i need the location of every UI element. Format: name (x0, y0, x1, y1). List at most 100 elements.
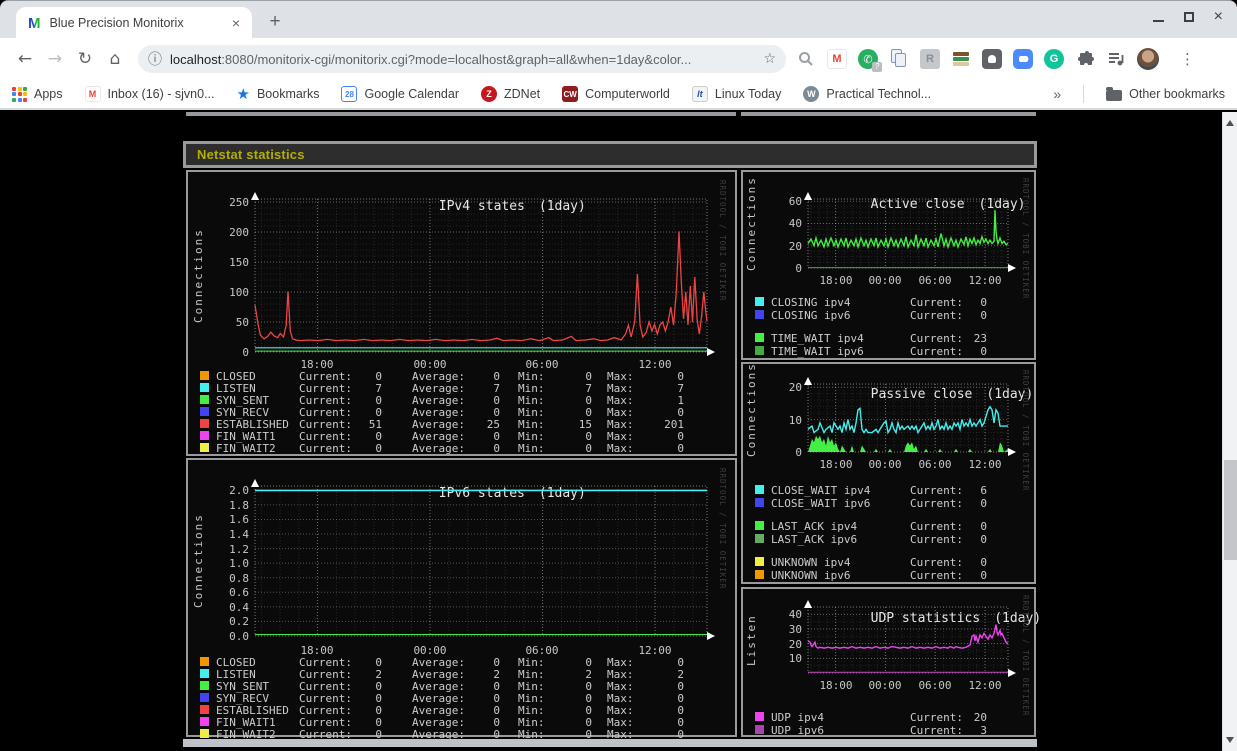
plot-canvas (804, 377, 1016, 456)
scrollbar-thumb[interactable] (1224, 460, 1237, 560)
back-button[interactable]: ← (10, 44, 40, 74)
rrdtool-watermark: RRDTOOL / TOBI OETIKER (718, 468, 727, 590)
scroll-up-arrow[interactable] (1223, 112, 1237, 126)
scroll-down-arrow[interactable] (1223, 737, 1237, 751)
forward-button[interactable]: → (40, 44, 70, 74)
legend-series-label: UDP ipv6 (771, 724, 824, 737)
address-bar[interactable]: ⓘ localhost :8080/monitorix-cgi/monitori… (138, 45, 786, 73)
y-tick-label: 30 (788, 623, 802, 636)
legend-swatch (755, 333, 764, 342)
bookmark-practical-technology[interactable]: W Practical Technol... (803, 86, 931, 102)
legend-series-label: TIME_WAIT ipv6 (771, 345, 864, 358)
window-minimize-button[interactable] (1152, 20, 1164, 22)
section-header: Netstat statistics (183, 141, 1037, 168)
y-tick-label: 1.6 (229, 513, 249, 526)
other-bookmarks[interactable]: Other bookmarks (1106, 87, 1225, 101)
legend-stat-value: 0 (980, 520, 987, 533)
home-button[interactable]: ⌂ (100, 44, 130, 74)
legend-row: UNKNOWN ipv6 Current: 0 (755, 569, 1020, 582)
legend-swatch (200, 717, 209, 726)
legend-stat-value: 0 (980, 296, 987, 309)
legend-swatch (200, 395, 209, 404)
x-tick-label: 12:00 (968, 679, 1002, 692)
y-tick-label: 0.2 (229, 615, 249, 628)
x-tick-label: 06:00 (918, 274, 952, 287)
page-scrollbar[interactable] (1222, 112, 1237, 751)
legend-row: LISTEN Current: 2 Average: 2 Min: 2 Max: 2 (200, 668, 727, 681)
legend-row: SYN_SENT Current: 0 Average: 0 Min: 0 Max: 1 (200, 394, 727, 407)
legend-stat-value: 3 (980, 724, 987, 737)
copy-pages-extension-icon[interactable] (889, 49, 909, 69)
window-maximize-button[interactable] (1183, 12, 1194, 22)
legend-swatch (755, 485, 764, 494)
graph-legend: CLOSED Current: 0 Average: 0 Min: 0 Max: 0 LISTEN… (200, 370, 727, 455)
x-tick-label: 18:00 (819, 274, 853, 287)
new-tab-button[interactable]: + (262, 10, 288, 36)
bookmarks-overflow-chevron[interactable]: » (1053, 86, 1061, 102)
graph-ipv6-states: IPv6 states (1day) Connections 0.0 0.2 0.4 0… (186, 458, 737, 741)
browser-menu-icon[interactable]: ⋮ (1180, 50, 1195, 68)
bookmark-inbox[interactable]: M Inbox (16) - sjvn0... (84, 86, 215, 102)
bookmark-computerworld[interactable]: CW Computerworld (562, 86, 670, 102)
legend-row: CLOSED Current: 0 Average: 0 Min: 0 Max: 0 (200, 656, 727, 669)
extensions-puzzle-icon[interactable] (1075, 49, 1095, 69)
legend-series-label: CLOSE_WAIT ipv4 (771, 484, 871, 497)
folder-icon (1106, 87, 1123, 101)
legend-series-label: CLOSING ipv4 (771, 296, 851, 309)
graph-active-close: Active close (1day) Connections 0 20 40 60 1… (741, 170, 1036, 360)
hangouts-extension-icon[interactable]: ✆? (858, 49, 882, 72)
legend-swatch (755, 725, 764, 734)
gmail-extension-icon[interactable]: M (827, 49, 847, 69)
legend-series-label: TIME_WAIT ipv4 (771, 332, 864, 345)
legend-swatch (755, 498, 764, 507)
grammarly-extension-icon[interactable]: G (1044, 49, 1064, 69)
zoom-extension-icon[interactable] (1013, 49, 1033, 69)
legend-row: UDP ipv6 Current: 3 (755, 724, 1020, 737)
legend-row: SYN_RECV Current: 0 Average: 0 Min: 0 Max: 0 (200, 692, 727, 705)
playlist-extension-icon[interactable] (1106, 49, 1126, 69)
legend-swatch (200, 657, 209, 666)
lamp-extension-icon[interactable] (982, 49, 1002, 69)
legend-row: CLOSING ipv4 Current: 0 (755, 296, 1020, 309)
legend-stat-value: 6 (980, 484, 987, 497)
legend-swatch (200, 371, 209, 380)
url-path: :8080/monitorix-cgi/monitorix.cgi?mode=l… (221, 51, 692, 67)
legend-stat-label: Max: (607, 442, 634, 455)
legend-swatch (200, 705, 209, 714)
rrdtool-watermark: RRDTOOL / TOBI OETIKER (1021, 178, 1030, 300)
legend-swatch (200, 681, 209, 690)
rrdtool-watermark: RRDTOOL / TOBI OETIKER (1021, 595, 1030, 717)
books-extension-icon[interactable] (951, 49, 971, 69)
reload-button[interactable]: ↻ (70, 44, 100, 74)
tab-close-icon[interactable]: × (228, 15, 244, 31)
window-close-button[interactable]: × (1214, 9, 1223, 25)
y-tick-label: 40 (788, 217, 802, 230)
browser-tab[interactable]: M Blue Precision Monitorix × (16, 7, 252, 39)
y-tick-label: 20 (788, 638, 802, 651)
legend-stat-value: 0 (980, 533, 987, 546)
legend-group: TIME_WAIT ipv4 Current: 23 TIME_WAIT ipv6 Cu… (755, 332, 1020, 358)
profile-avatar[interactable] (1137, 48, 1159, 70)
y-tick-label: 150 (229, 256, 249, 269)
y-tick-label: 50 (235, 316, 249, 329)
search-extension-icon[interactable] (796, 49, 816, 69)
page-info-icon[interactable]: ⓘ (148, 49, 162, 69)
url-host: localhost (170, 51, 222, 67)
legend-row: FIN_WAIT1 Current: 0 Average: 0 Min: 0 Max: 0 (200, 716, 727, 729)
browser-window: M Blue Precision Monitorix × + × ← → ↻ ⌂… (0, 0, 1237, 751)
bookmark-zdnet[interactable]: Z ZDNet (481, 86, 540, 102)
gmail-icon: M (84, 86, 101, 102)
legend-swatch (755, 557, 764, 566)
bookmark-bookmarks[interactable]: ★ Bookmarks (237, 85, 320, 103)
legend-series-label: UNKNOWN ipv6 (771, 569, 851, 582)
browser-toolbar: ← → ↻ ⌂ ⓘ localhost :8080/monitorix-cgi/… (0, 38, 1237, 80)
legend-swatch (200, 383, 209, 392)
bookmark-google-calendar[interactable]: 28 Google Calendar (341, 86, 459, 102)
legend-group: CLOSING ipv4 Current: 0 CLOSING ipv6 Current… (755, 296, 1020, 322)
legend-swatch (200, 693, 209, 702)
bookmark-linux-today[interactable]: lt Linux Today (691, 86, 781, 102)
bookmark-star-icon[interactable]: ☆ (763, 51, 776, 67)
x-tick-label: 18:00 (819, 679, 853, 692)
apps-shortcut[interactable]: Apps (12, 86, 63, 102)
r-extension-icon[interactable]: R (920, 49, 940, 69)
